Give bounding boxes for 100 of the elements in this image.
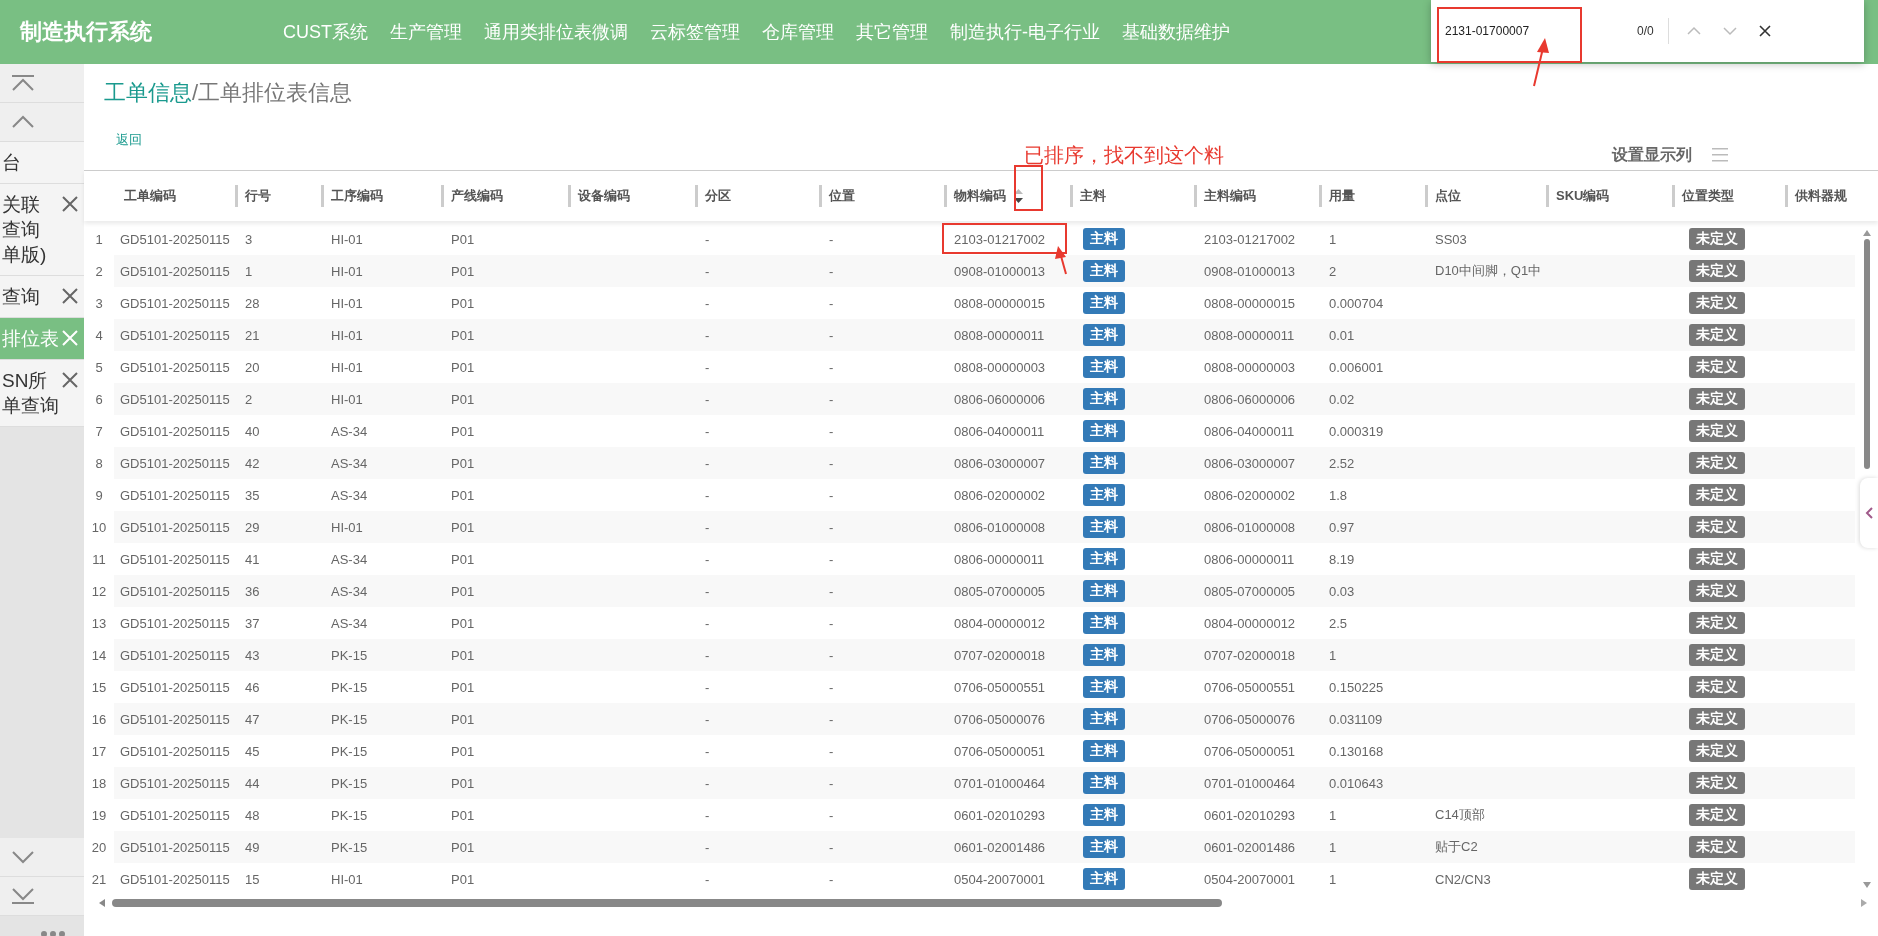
chevron-down-icon[interactable] [1722, 26, 1737, 36]
table-cell: 0707-02000018 [954, 647, 1046, 663]
table-cell: 2.5 [1329, 615, 1348, 631]
position-type-badge: 未定义 [1689, 836, 1745, 858]
back-link[interactable]: 返回 [116, 132, 142, 147]
column-header[interactable]: 位置类型 [1682, 187, 1734, 205]
position-type-badge: 未定义 [1689, 580, 1745, 602]
table-cell: 0804-00000012 [954, 615, 1046, 631]
table-cell: 0.000319 [1329, 423, 1384, 439]
table-cell: 0805-07000005 [1204, 583, 1296, 599]
sidebar-tab[interactable]: 关联 查询 单版) [0, 184, 84, 276]
table-cell: GD5101-20250115 [120, 423, 230, 439]
position-type-badge: 未定义 [1689, 420, 1745, 442]
column-header[interactable]: 位置 [829, 187, 855, 205]
scroll-top-button[interactable] [0, 64, 84, 103]
table-cell: P01 [451, 583, 475, 599]
table-cell: GD5101-20250115 [120, 359, 230, 375]
column-header[interactable]: 工单编码 [124, 187, 176, 205]
table-cell: - [705, 327, 710, 343]
table-cell: GD5101-20250115 [120, 487, 230, 503]
scroll-up-arrow-icon[interactable] [1862, 229, 1872, 237]
position-type-badge: 未定义 [1689, 708, 1745, 730]
column-header[interactable]: 产线编码 [451, 187, 503, 205]
table-cell: GD5101-20250115 [120, 551, 230, 567]
sort-icon[interactable] [1014, 189, 1023, 203]
position-type-badge: 未定义 [1689, 740, 1745, 762]
column-header[interactable]: SKU编码 [1556, 187, 1610, 205]
column-header[interactable]: 行号 [245, 187, 271, 205]
sidebar-tab[interactable]: SN所 单查询 [0, 360, 84, 427]
table-cell: - [829, 871, 834, 887]
table-cell: 0806-01000008 [1204, 519, 1296, 535]
row-number: 15 [91, 679, 107, 695]
list-icon[interactable] [1712, 147, 1728, 163]
table-cell: 0908-01000013 [1204, 263, 1296, 279]
table-cell: GD5101-20250115 [120, 327, 230, 343]
column-header[interactable]: 点位 [1435, 187, 1461, 205]
column-header[interactable]: 主料 [1080, 187, 1106, 205]
chevron-up-icon[interactable] [1686, 26, 1701, 36]
column-settings-link[interactable]: 设置显示列 [1612, 144, 1692, 166]
row-number: 5 [95, 359, 103, 375]
scroll-left-arrow-icon[interactable] [98, 898, 106, 908]
main-material-badge: 主料 [1083, 644, 1125, 666]
table-cell: 2 [1329, 263, 1337, 279]
column-header[interactable]: 分区 [705, 187, 731, 205]
column-header[interactable]: 供料器规 [1795, 187, 1847, 205]
column-header[interactable]: 主料编码 [1204, 187, 1256, 205]
position-type-badge: 未定义 [1689, 292, 1745, 314]
table-cell: 40 [245, 423, 260, 439]
table-cell: 0706-05000551 [954, 679, 1046, 695]
table-cell: GD5101-20250115 [120, 519, 230, 535]
table-cell: 2103-01217002 [1204, 231, 1296, 247]
sidebar-tab[interactable]: 查询 [0, 276, 84, 318]
table-cell: HI-01 [331, 871, 363, 887]
side-panel-toggle[interactable] [1860, 478, 1878, 548]
annotation-arrow [1533, 38, 1549, 87]
more-icon[interactable] [40, 928, 66, 936]
table-cell: - [829, 487, 834, 503]
table-cell: 0808-00000011 [1204, 327, 1295, 343]
main-material-badge: 主料 [1083, 740, 1125, 762]
table-cell: P01 [451, 743, 475, 759]
scrollbar-thumb[interactable] [1864, 239, 1870, 469]
table-cell: - [705, 711, 710, 727]
row-number: 6 [95, 391, 103, 407]
table-cell: P01 [451, 647, 475, 663]
table-cell: 0808-00000003 [1204, 359, 1296, 375]
table-cell: 46 [245, 679, 260, 695]
table-cell: - [829, 423, 834, 439]
row-number: 7 [95, 423, 103, 439]
annotation-text: 已排序，找不到这个料 [1024, 143, 1224, 168]
table-cell: 0.03 [1329, 583, 1355, 599]
table-cell: P01 [451, 423, 475, 439]
close-icon[interactable] [1758, 25, 1771, 37]
table-cell: - [829, 327, 834, 343]
table-cell: 44 [245, 775, 260, 791]
table-cell: 0806-00000011 [1204, 551, 1295, 567]
row-number: 16 [91, 711, 107, 727]
row-number: 13 [91, 615, 107, 631]
table-cell: HI-01 [331, 327, 363, 343]
column-header[interactable]: 工序编码 [331, 187, 383, 205]
scrollbar-thumb[interactable] [112, 899, 1222, 907]
match-count: 0/0 [1637, 24, 1654, 38]
scroll-bottom-button[interactable] [0, 877, 84, 916]
find-input[interactable]: 2131-01700007 [1443, 23, 1607, 39]
column-header[interactable]: 设备编码 [578, 187, 630, 205]
table-cell: 0706-05000551 [1204, 679, 1296, 695]
table-cell: 0504-20070001 [954, 871, 1046, 887]
scroll-right-arrow-icon[interactable] [1860, 898, 1868, 908]
table-cell: - [705, 295, 710, 311]
main-material-badge: 主料 [1083, 708, 1125, 730]
table-cell: GD5101-20250115 [120, 263, 230, 279]
column-header[interactable]: 用量 [1329, 187, 1355, 205]
main-material-badge: 主料 [1083, 516, 1125, 538]
table-cell: GD5101-20250115 [120, 871, 230, 887]
table-cell: 49 [245, 839, 260, 855]
table-cell: 41 [245, 551, 260, 567]
scroll-down-arrow-icon[interactable] [1862, 881, 1872, 889]
sidebar-tab[interactable]: 台 [0, 142, 84, 184]
position-type-badge: 未定义 [1689, 324, 1745, 346]
table-cell: - [829, 839, 834, 855]
column-header[interactable]: 物料编码 [954, 187, 1006, 205]
